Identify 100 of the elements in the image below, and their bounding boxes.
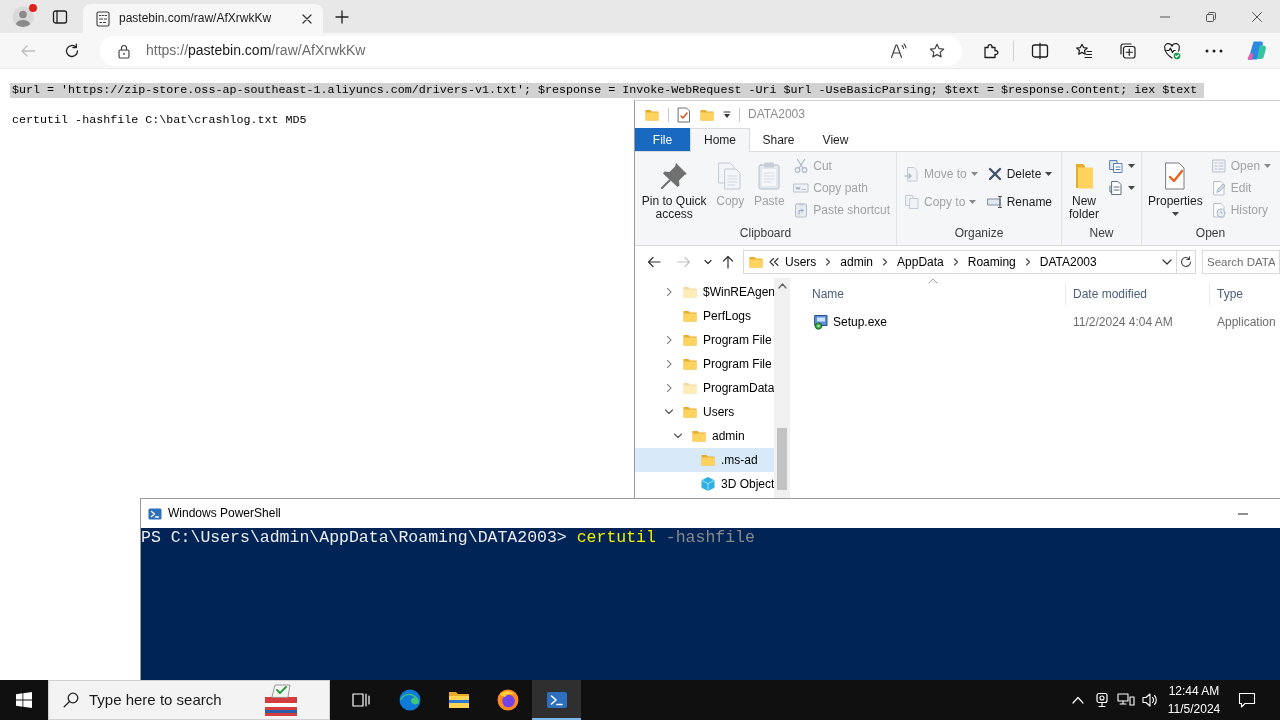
breadcrumb[interactable]: Roaming (967, 254, 1016, 270)
lock-icon[interactable] (117, 42, 131, 59)
tree-item[interactable]: Program File (635, 328, 774, 352)
refresh-icon[interactable] (1180, 256, 1192, 268)
chevron-right-icon[interactable] (882, 258, 889, 266)
up-arrow-icon[interactable] (720, 254, 736, 270)
ribbon-tab[interactable]: File (635, 128, 690, 151)
document-icon (96, 10, 110, 27)
address-bar[interactable]: Users admin AppData Roaming DATA2003 (743, 250, 1196, 274)
double-chevron-icon[interactable] (769, 257, 779, 267)
rename-button[interactable]: Rename (984, 191, 1055, 213)
edit-icon (1210, 180, 1227, 196)
windows-logo-icon[interactable] (16, 692, 32, 708)
installer-icon (813, 314, 829, 330)
tree-item[interactable]: .ms-ad (635, 448, 774, 472)
folder-icon (748, 254, 764, 270)
new-item-icon (1108, 158, 1124, 174)
copy-to-icon (904, 194, 920, 210)
breadcrumb[interactable]: DATA2003 (1039, 254, 1097, 270)
restore-icon[interactable] (1206, 11, 1216, 22)
star-icon[interactable] (929, 42, 945, 59)
chevron-right-icon[interactable] (664, 359, 674, 369)
close-icon[interactable] (302, 13, 312, 24)
browser-tab[interactable]: pastebin.com/raw/AfXrwkKw (83, 4, 323, 33)
column-header[interactable]: Name (800, 283, 1066, 305)
breadcrumb[interactable]: admin (840, 254, 874, 270)
file-type: Application (1216, 314, 1277, 330)
chevron-right-icon[interactable] (1024, 258, 1031, 266)
properties-button[interactable]: Properties (1147, 160, 1204, 216)
file-name[interactable]: Setup.exe (833, 314, 888, 330)
url-text[interactable]: https://pastebin.com/raw/AfXrwkKw (146, 42, 890, 59)
ribbon-tab[interactable]: Share (750, 128, 807, 152)
column-header[interactable]: Date modified (1066, 283, 1210, 305)
group-label: Organize (953, 225, 1005, 242)
more-icon[interactable] (1205, 48, 1223, 53)
scissors-icon (793, 158, 810, 174)
scroll-thumb[interactable] (777, 428, 787, 490)
tree-item[interactable]: ProgramData (635, 376, 774, 400)
delete-button[interactable]: Delete (984, 163, 1055, 185)
network-icon[interactable] (1117, 692, 1135, 708)
clock-date[interactable]: 11/5/2024 (1167, 700, 1221, 718)
ribbon-tab[interactable]: View (807, 128, 864, 152)
tree-item[interactable]: Users (635, 400, 774, 424)
code-line: certutil -hashfile C:\bat\crashlog.txt MD5 (11, 113, 308, 128)
search-field[interactable]: Search DATA (1202, 250, 1280, 274)
task-view-icon (351, 692, 370, 708)
puzzle-icon[interactable] (982, 41, 1000, 60)
heart-check-icon[interactable] (1163, 41, 1181, 60)
chevron-right-icon[interactable] (825, 258, 832, 266)
pin-button[interactable]: Pin to Quick access (640, 160, 709, 221)
caret-down-icon[interactable] (723, 110, 731, 119)
breadcrumb[interactable]: AppData (897, 254, 944, 270)
collections-icon[interactable] (1119, 41, 1137, 60)
window-title: DATA2003 (748, 107, 805, 122)
chevron-right-icon[interactable] (664, 287, 674, 297)
powershell-icon (545, 689, 568, 711)
taskbar-button[interactable] (532, 680, 581, 720)
breadcrumb[interactable]: Users (785, 254, 817, 270)
search-field[interactable]: Type here to search (89, 691, 261, 709)
tree-item[interactable]: $WinREAgen (635, 280, 774, 304)
tree-item[interactable]: 3D Object (635, 472, 774, 496)
webcam-icon[interactable] (1094, 692, 1110, 708)
person-avatar-icon[interactable] (12, 5, 34, 28)
chevron-right-icon[interactable] (664, 383, 674, 393)
checklist-icon[interactable] (677, 106, 691, 123)
swirl-logo-icon[interactable] (1246, 39, 1268, 62)
chevron-right-icon[interactable] (952, 258, 959, 266)
address-bar[interactable]: https://pastebin.com/raw/AfXrwkKw (100, 35, 962, 66)
easy-access-icon (1108, 180, 1124, 196)
speaker-icon[interactable] (1141, 692, 1159, 708)
window-title: Windows PowerShell (168, 506, 281, 521)
close-icon[interactable] (1252, 11, 1262, 22)
tree-item[interactable]: PerfLogs (635, 304, 774, 328)
back-icon[interactable] (646, 254, 662, 270)
chevron-right-icon[interactable] (664, 335, 674, 345)
panel-icon[interactable] (52, 8, 68, 25)
favorites-icon[interactable] (1075, 41, 1093, 60)
plus-icon[interactable] (335, 9, 349, 24)
move-to-icon (904, 166, 920, 182)
tree-item[interactable]: admin (635, 424, 774, 448)
clock-time[interactable]: 12:44 AM (1168, 682, 1220, 700)
column-header[interactable]: Type (1210, 283, 1280, 305)
split-screen-icon[interactable] (1031, 41, 1049, 60)
group-label: Clipboard (738, 225, 793, 242)
path-label-icon (793, 180, 810, 196)
tree-item[interactable]: Program File (635, 352, 774, 376)
rename-icon (986, 194, 1003, 210)
scrollbar[interactable] (774, 278, 790, 498)
powershell-icon (148, 506, 162, 521)
new-folder-button[interactable]: New folder (1067, 160, 1101, 221)
group-label: New (1088, 225, 1115, 242)
scroll-up-icon[interactable] (777, 283, 787, 289)
refresh-icon[interactable] (64, 42, 80, 59)
search-box[interactable]: Type here to search (48, 680, 330, 720)
chevron-up-icon[interactable] (1072, 696, 1084, 704)
notification-icon[interactable] (1238, 691, 1256, 709)
read-aloud-icon[interactable] (890, 42, 907, 59)
delete-icon (986, 166, 1003, 182)
ribbon-tab[interactable]: Home (690, 128, 750, 152)
chevron-down-icon[interactable] (1162, 259, 1172, 265)
